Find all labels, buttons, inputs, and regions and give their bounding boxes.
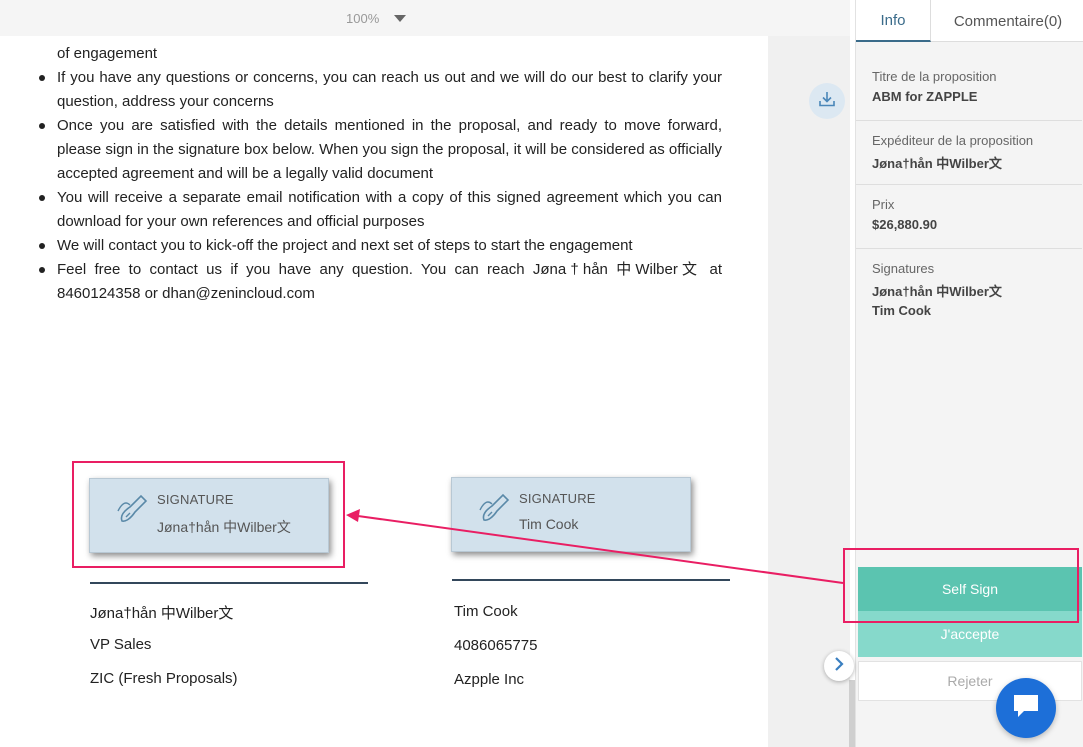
pen-icon [116,491,150,530]
text-fragment: of engagement [57,45,158,62]
proposal-text: of engagement If you have any questions … [38,42,722,306]
signature-label: SIGNATURE [157,492,234,507]
proposal-title-block: Titre de la proposition ABM for ZAPPLE [856,57,1082,121]
sender-block: Expéditeur de la proposition Jøna†hån 中W… [856,121,1082,185]
pen-icon [478,490,512,529]
document-viewer: of engagement If you have any questions … [0,0,768,747]
proposal-title: ABM for ZAPPLE [872,89,978,104]
chat-icon [1011,692,1041,725]
signatures-block: Signatures Jøna†hån 中Wilber文 Tim Cook [856,249,1082,331]
signature-label: SIGNATURE [519,491,596,506]
tab-comments[interactable]: Commentaire(0) [932,0,1083,42]
signature-name: Tim Cook [519,516,579,532]
price-value: $26,880.90 [872,217,938,232]
chevron-down-icon[interactable] [394,15,406,22]
signature-box-sender[interactable]: SIGNATURE Jøna†hån 中Wilber文 [89,478,329,553]
zoom-level[interactable]: 100% [346,11,379,26]
signatures-label: Signatures [872,261,935,276]
price-block: Prix $26,880.90 [856,185,1082,249]
chevron-right-icon [833,656,845,676]
info-panel: Info Commentaire(0) Titre de la proposit… [855,0,1083,747]
download-button[interactable] [809,83,845,119]
signature-line [452,579,730,581]
list-item: We will contact you to kick-off the proj… [38,234,722,258]
signer-role: VP Sales [90,636,152,653]
proposal-title-label: Titre de la proposition [872,69,997,84]
price-label: Prix [872,197,895,212]
chat-button[interactable] [996,678,1056,738]
signer-name: Jøna†hån 中Wilber文 [90,605,234,622]
list-item: Feel free to contact us if you have any … [38,258,722,306]
terms-list: If you have any questions or concerns, y… [38,66,722,306]
signer-phone: 4086065775 [454,637,538,654]
signature-line [90,582,368,584]
list-item: If you have any questions or concerns, y… [38,66,722,114]
signer-name: Tim Cook [454,603,518,620]
zoom-bar: 100% [0,0,850,36]
highlight-frame [843,548,1079,623]
signature-name: Jøna†hån 中Wilber文 [157,519,291,535]
signer-entry: Jøna†hån 中Wilber文 [872,284,1002,299]
expand-panel-button[interactable] [824,651,854,681]
download-icon [818,90,836,113]
panel-tabs: Info Commentaire(0) [856,0,1083,42]
signer-company: ZIC (Fresh Proposals) [90,670,238,687]
list-item: You will receive a separate email notifi… [38,186,722,234]
tab-info[interactable]: Info [856,0,931,42]
signature-box-recipient[interactable]: SIGNATURE Tim Cook [451,477,691,552]
sender-name: Jøna†hån 中Wilber文 [872,156,1002,171]
sender-label: Expéditeur de la proposition [872,133,1034,148]
signer-entry: Tim Cook [872,303,931,318]
viewer-gutter [768,36,850,747]
signer-company: Azpple Inc [454,671,525,688]
list-item: Once you are satisfied with the details … [38,114,722,186]
